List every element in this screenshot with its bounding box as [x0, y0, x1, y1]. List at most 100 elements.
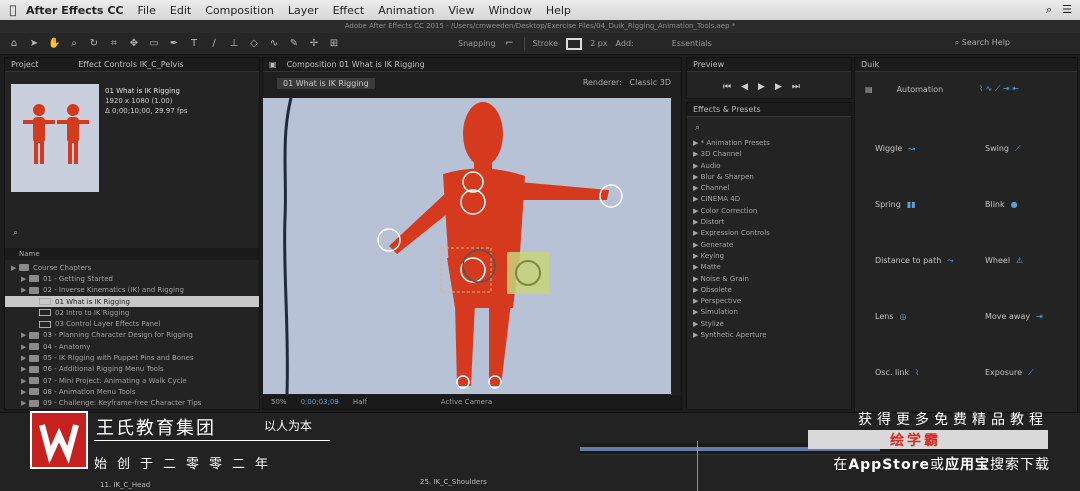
disclosure-triangle-icon[interactable]: ▶	[693, 320, 701, 328]
project-folder-item[interactable]: ▶ 03 - Planning Character Design for Rigg…	[5, 330, 259, 341]
stroke-swatch[interactable]	[566, 37, 583, 50]
disclosure-triangle-icon[interactable]: ▶	[693, 252, 701, 260]
disclosure-triangle-icon[interactable]: ▶	[693, 297, 701, 305]
disclosure-triangle-icon[interactable]: ▶	[693, 162, 701, 170]
effects-category-item[interactable]: ▶ Distort	[687, 218, 851, 229]
effects-category-item[interactable]: ▶ * Animation Presets	[687, 139, 851, 150]
rotate-tool-icon[interactable]: ↻	[88, 38, 100, 50]
project-folder-item[interactable]: ▶ 04 - Anatomy	[5, 341, 259, 352]
stroke-value[interactable]: 2 px	[590, 39, 607, 48]
project-folder-item[interactable]: ▶ 08 - Animation Menu Tools	[5, 386, 259, 397]
project-folder-item[interactable]: ▶ Course Chapters	[5, 262, 259, 273]
hand-tool-icon[interactable]: ✋	[48, 38, 60, 50]
tab-effects-presets[interactable]: Effects & Presets	[693, 105, 761, 114]
disclosure-triangle-icon[interactable]: ▶	[21, 399, 29, 407]
shape-tool-icon[interactable]: ▭	[148, 38, 160, 50]
project-comp-item[interactable]: 01 What is IK Rigging	[5, 295, 259, 308]
project-folder-item[interactable]: ▶ 05 - IK Rigging with Puppet Pins and Bo…	[5, 352, 259, 363]
disclosure-triangle-icon[interactable]: ▶	[693, 275, 701, 283]
magnification-dropdown[interactable]: 50%	[271, 398, 287, 406]
selection-tool-icon[interactable]: ➤	[28, 38, 40, 50]
menu-list-icon[interactable]: ☰	[1062, 3, 1072, 17]
disclosure-triangle-icon[interactable]: ▶	[21, 354, 29, 362]
camera-tool-icon[interactable]: ⌗	[108, 38, 120, 50]
effects-category-item[interactable]: ▶ Noise & Grain	[687, 275, 851, 286]
pen-tool-icon[interactable]: ✒	[168, 38, 180, 50]
effects-category-item[interactable]: ▶ Channel	[687, 184, 851, 195]
duik-distance-to-path-button[interactable]: Distance to path ⤳	[875, 256, 954, 266]
apple-icon[interactable]: 	[0, 3, 26, 17]
type-tool-icon[interactable]: T	[188, 38, 200, 50]
duik-move-away-button[interactable]: Move away ⇥	[985, 312, 1043, 321]
roto-brush-icon[interactable]: ∿	[268, 38, 280, 50]
disclosure-triangle-icon[interactable]: ▶	[21, 286, 29, 294]
prev-frame-icon[interactable]: ◀	[741, 82, 748, 92]
workspace-label[interactable]: Essentials	[672, 39, 712, 48]
disclosure-triangle-icon[interactable]: ▶	[693, 150, 701, 158]
disclosure-triangle-icon[interactable]: ▶	[693, 241, 701, 249]
snapping-label[interactable]: Snapping	[458, 39, 496, 48]
project-folder-item[interactable]: ▶ 01 - Getting Started	[5, 273, 259, 284]
timeline-layer-parent[interactable]: 25. IK_C_Shoulders	[420, 478, 487, 486]
effects-category-item[interactable]: ▶ Expression Controls	[687, 229, 851, 240]
current-time-indicator[interactable]	[697, 441, 698, 491]
duik-curve-icons[interactable]: ⌇ ∿ ⟋ ⇥ ⇤	[979, 84, 1019, 94]
eraser-tool-icon[interactable]: ◇	[248, 38, 260, 50]
current-timecode[interactable]: 0;00;03;09	[301, 398, 339, 406]
project-search-icon[interactable]: ⌕	[13, 228, 18, 238]
menu-edit[interactable]: Edit	[170, 4, 191, 17]
disclosure-triangle-icon[interactable]: ▶	[693, 218, 701, 226]
disclosure-triangle-icon[interactable]: ▶	[693, 286, 701, 294]
duik-lens-button[interactable]: Lens ◎	[875, 312, 906, 321]
pan-behind-icon[interactable]: ✥	[128, 38, 140, 50]
project-folder-item[interactable]: ▶ 09 - Challenge: Keyframe-free Character…	[5, 398, 259, 409]
quality-dropdown[interactable]: Half	[353, 398, 367, 406]
duik-wheel-button[interactable]: Wheel ⚠	[985, 256, 1023, 265]
disclosure-triangle-icon[interactable]: ▶	[21, 331, 29, 339]
clone-stamp-icon[interactable]: ⊥	[228, 38, 240, 50]
add-label[interactable]: Add:	[616, 39, 634, 48]
disclosure-triangle-icon[interactable]: ▶	[21, 275, 29, 283]
menu-effect[interactable]: Effect	[333, 4, 365, 17]
disclosure-triangle-icon[interactable]: ▶	[693, 331, 701, 339]
snap-icon[interactable]: ⌐	[504, 38, 516, 50]
disclosure-triangle-icon[interactable]: ▶	[693, 229, 701, 237]
disclosure-triangle-icon[interactable]: ▶	[21, 365, 29, 373]
effects-category-item[interactable]: ▶ Obsolete	[687, 286, 851, 297]
effects-category-item[interactable]: ▶ 3D Channel	[687, 150, 851, 161]
search-help-field[interactable]: ⌕ Search Help	[955, 38, 1010, 48]
play-icon[interactable]: ▶	[758, 82, 765, 92]
disclosure-triangle-icon[interactable]: ▶	[21, 388, 29, 396]
effects-category-item[interactable]: ▶ Matte	[687, 263, 851, 274]
tab-effect-controls[interactable]: Effect Controls IK_C_Pelvis	[78, 60, 183, 69]
project-list-header[interactable]: Name	[5, 248, 259, 260]
disclosure-triangle-icon[interactable]: ▶	[21, 343, 29, 351]
camera-dropdown[interactable]: Active Camera	[441, 398, 492, 406]
menu-composition[interactable]: Composition	[205, 4, 274, 17]
duik-osc-link-button[interactable]: Osc. link ⌇	[875, 368, 919, 377]
disclosure-triangle-icon[interactable]: ▶	[693, 139, 701, 147]
disclosure-triangle-icon[interactable]: ▶	[693, 173, 701, 181]
grid-icon[interactable]: ⊞	[328, 38, 340, 50]
project-folder-item[interactable]: ▶ 07 - Mini Project: Animating a Walk Cyc…	[5, 375, 259, 386]
last-frame-icon[interactable]: ⏭	[792, 82, 800, 92]
menu-file[interactable]: File	[137, 4, 155, 17]
comp-subtab[interactable]: 01 What is IK Rigging	[277, 77, 375, 89]
brush-tool-icon[interactable]: ∕	[208, 38, 220, 50]
home-icon[interactable]: ⌂	[8, 38, 20, 50]
project-comp-item[interactable]: 02 Intro to IK Rigging	[5, 307, 259, 318]
effects-category-item[interactable]: ▶ Blur & Sharpen	[687, 173, 851, 184]
effects-category-item[interactable]: ▶ Perspective	[687, 297, 851, 308]
effects-category-item[interactable]: ▶ Synthetic Aperture	[687, 331, 851, 342]
duik-blink-button[interactable]: Blink ●	[985, 200, 1018, 209]
disclosure-triangle-icon[interactable]: ▶	[693, 263, 701, 271]
effects-category-item[interactable]: ▶ Stylize	[687, 320, 851, 331]
project-folder-item[interactable]: ▶ 06 - Additional Rigging Menu Tools	[5, 364, 259, 375]
zoom-tool-icon[interactable]: ⌕	[68, 38, 80, 50]
duik-section-label[interactable]: Automation	[897, 85, 944, 94]
project-comp-item[interactable]: 03 Control Layer Effects Panel	[5, 318, 259, 329]
disclosure-triangle-icon[interactable]: ▶	[693, 195, 701, 203]
duik-exposure-button[interactable]: Exposure ⟋	[985, 368, 1034, 378]
disclosure-triangle-icon[interactable]: ▶	[11, 264, 19, 272]
tab-composition[interactable]: Composition 01 What is IK Rigging	[287, 60, 425, 69]
